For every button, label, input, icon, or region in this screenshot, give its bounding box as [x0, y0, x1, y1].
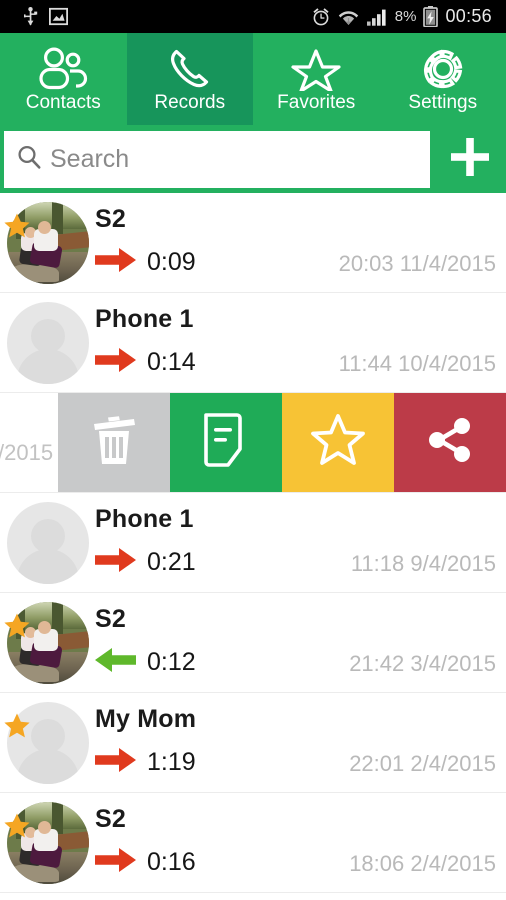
favorite-star-icon	[2, 811, 32, 846]
signal-icon	[366, 9, 386, 26]
table-row[interactable]: Phone 1 0:21 11:18 9/4/2015	[0, 493, 506, 593]
outgoing-call-arrow-icon	[95, 247, 137, 278]
share-icon	[424, 414, 476, 471]
share-action-button[interactable]	[394, 393, 506, 492]
call-info: 1:19	[95, 747, 196, 778]
call-info: 0:09	[95, 247, 196, 278]
contact-name: S2	[95, 604, 126, 633]
tab-favorites-label: Favorites	[277, 91, 356, 113]
call-duration: 0:09	[147, 247, 196, 276]
contact-name: S2	[95, 204, 126, 233]
call-duration: 0:21	[147, 547, 196, 576]
call-duration: 0:16	[147, 847, 196, 876]
avatar-wrap	[0, 599, 95, 687]
contacts-icon	[33, 45, 93, 91]
outgoing-call-arrow-icon	[95, 347, 137, 378]
avatar-wrap	[0, 199, 95, 287]
call-info: 0:12	[95, 647, 196, 678]
contact-name: Phone 1	[95, 504, 194, 533]
row-main: S2 0:16 18:06 2/4/2015	[95, 799, 506, 887]
battery-percent-label: 8%	[394, 8, 417, 25]
search-bar	[0, 125, 506, 193]
avatar-wrap	[0, 799, 95, 887]
status-bar-right-icons: 8% 00:56	[311, 6, 498, 27]
avatar-placeholder	[6, 501, 89, 584]
star-icon	[288, 45, 344, 91]
tab-settings[interactable]: Settings	[380, 33, 506, 125]
avatar-placeholder	[6, 301, 89, 384]
star-outline-icon	[309, 412, 367, 473]
call-info: 0:14	[95, 347, 196, 378]
table-row-partial[interactable]	[0, 893, 506, 900]
outgoing-call-arrow-icon	[95, 547, 137, 578]
call-duration: 0:12	[147, 647, 196, 676]
tab-contacts-label: Contacts	[25, 91, 101, 113]
note-icon	[200, 411, 252, 474]
tab-settings-label: Settings	[408, 91, 478, 113]
status-bar: 8% 00:56	[0, 0, 506, 33]
swipe-action-row[interactable]: /2015	[0, 393, 506, 493]
tab-favorites[interactable]: Favorites	[253, 33, 380, 125]
table-row[interactable]: S2 0:16 18:06 2/4/2015	[0, 793, 506, 893]
search-icon	[16, 144, 42, 175]
delete-action-button[interactable]	[58, 393, 170, 492]
tab-records-label: Records	[154, 91, 226, 113]
status-bar-left-icons	[8, 6, 68, 27]
call-duration: 0:14	[147, 347, 196, 376]
call-timestamp: 11:44 10/4/2015	[338, 350, 496, 376]
gear-icon	[418, 45, 468, 91]
usb-icon	[24, 6, 38, 26]
table-row[interactable]: S2 0:09 20:03 11/4/2015	[0, 193, 506, 293]
favorite-action-button[interactable]	[282, 393, 394, 492]
table-row[interactable]: S2 0:12 21:42 3/4/2015	[0, 593, 506, 693]
add-record-button[interactable]	[434, 125, 506, 193]
swipe-revealed-timestamp: /2015	[0, 440, 54, 465]
incoming-call-arrow-icon	[95, 647, 137, 678]
table-row[interactable]: My Mom 1:19 22:01 2/4/2015	[0, 693, 506, 793]
app-screen: 8% 00:56 Contacts Records Favorites Sett…	[0, 0, 506, 900]
call-timestamp: 11:18 9/4/2015	[350, 550, 496, 576]
screenshot-icon	[49, 7, 68, 26]
row-main: My Mom 1:19 22:01 2/4/2015	[95, 699, 506, 787]
clock-label: 00:56	[445, 6, 492, 26]
table-row[interactable]: Phone 1 0:14 11:44 10/4/2015	[0, 293, 506, 393]
phone-handset-icon	[163, 45, 217, 91]
search-box[interactable]	[4, 130, 430, 188]
avatar-wrap	[0, 699, 95, 787]
row-main: Phone 1 0:14 11:44 10/4/2015	[95, 299, 506, 387]
avatar-wrap	[0, 299, 95, 387]
call-timestamp: 22:01 2/4/2015	[349, 750, 496, 776]
outgoing-call-arrow-icon	[95, 747, 137, 778]
contact-name: My Mom	[95, 704, 197, 733]
contact-name: S2	[95, 804, 126, 833]
note-action-button[interactable]	[170, 393, 282, 492]
tab-contacts[interactable]: Contacts	[0, 33, 127, 125]
records-list[interactable]: S2 0:09 20:03 11/4/2015 Phone 1 0:14 11:…	[0, 193, 506, 900]
tab-records[interactable]: Records	[126, 33, 253, 125]
avatar-wrap	[0, 499, 95, 587]
wifi-icon	[338, 10, 358, 25]
call-info: 0:21	[95, 547, 196, 578]
row-main: Phone 1 0:21 11:18 9/4/2015	[95, 499, 506, 587]
favorite-star-icon	[2, 711, 32, 746]
trash-icon	[88, 410, 140, 475]
favorite-star-icon	[2, 211, 32, 246]
battery-charging-icon	[423, 6, 439, 27]
search-input[interactable]	[50, 144, 418, 174]
contact-name: Phone 1	[95, 304, 194, 333]
favorite-star-icon	[2, 611, 32, 646]
table-row[interactable]	[0, 893, 506, 900]
call-duration: 1:19	[147, 747, 196, 776]
row-main: S2 0:09 20:03 11/4/2015	[95, 199, 506, 287]
alarm-icon	[313, 7, 329, 25]
plus-icon	[447, 134, 493, 185]
outgoing-call-arrow-icon	[95, 847, 137, 878]
main-tab-bar: Contacts Records Favorites Settings	[0, 33, 506, 125]
row-main: S2 0:12 21:42 3/4/2015	[95, 599, 506, 687]
call-timestamp: 21:42 3/4/2015	[349, 650, 496, 676]
call-timestamp: 20:03 11/4/2015	[338, 250, 496, 276]
call-info: 0:16	[95, 847, 196, 878]
call-timestamp: 18:06 2/4/2015	[349, 850, 496, 876]
